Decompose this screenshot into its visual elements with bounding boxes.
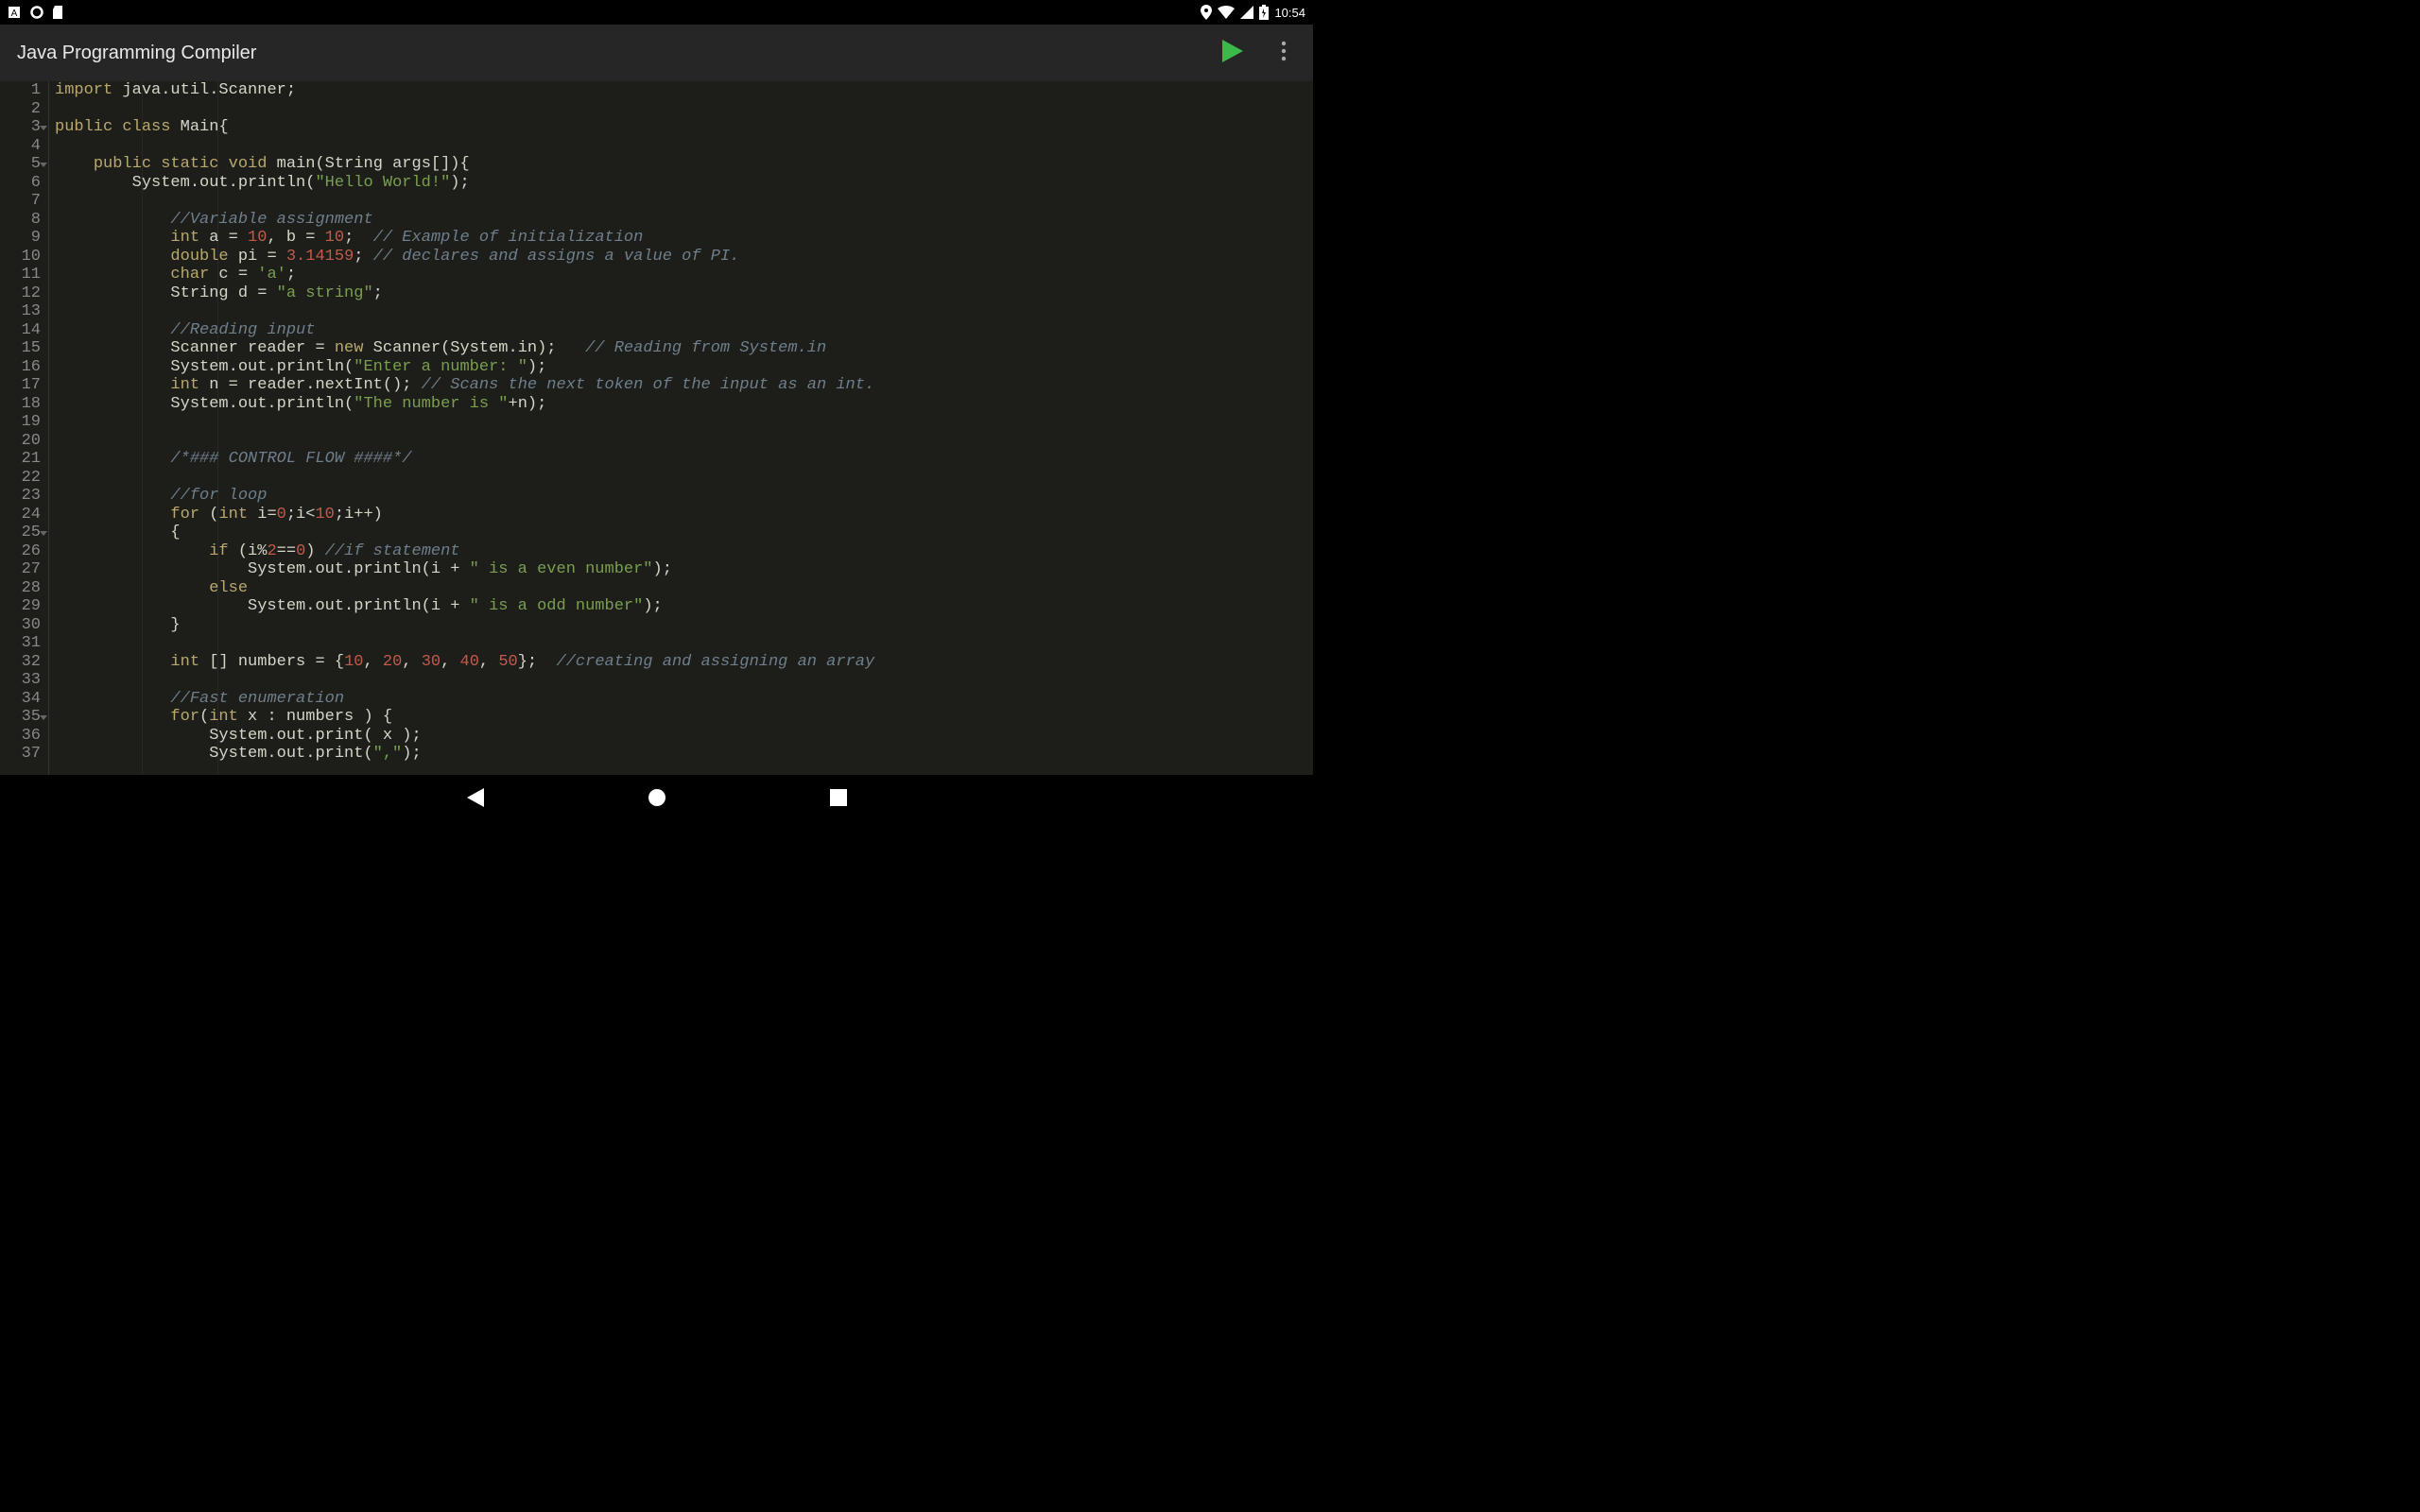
code-line[interactable] bbox=[55, 302, 1313, 321]
code-line[interactable]: //for loop bbox=[55, 487, 1313, 506]
line-number: 2 bbox=[4, 100, 41, 119]
fold-marker-icon[interactable] bbox=[40, 126, 47, 130]
code-line[interactable]: System.out.print( x ); bbox=[55, 727, 1313, 746]
line-number: 19 bbox=[4, 413, 41, 432]
code-line[interactable]: int n = reader.nextInt(); // Scans the n… bbox=[55, 376, 1313, 395]
code-line[interactable]: public static void main(String args[]){ bbox=[55, 155, 1313, 174]
status-bar: A 10:54 bbox=[0, 0, 1313, 25]
line-number: 1 bbox=[4, 81, 41, 100]
code-line[interactable] bbox=[55, 432, 1313, 451]
line-number: 26 bbox=[4, 542, 41, 561]
line-number: 35 bbox=[4, 708, 41, 727]
code-line[interactable]: { bbox=[55, 524, 1313, 542]
app-title: Java Programming Compiler bbox=[17, 43, 256, 64]
line-number: 12 bbox=[4, 284, 41, 303]
code-line[interactable] bbox=[55, 192, 1313, 211]
code-editor[interactable]: 1234567891011121314151617181920212223242… bbox=[0, 81, 1313, 775]
code-line[interactable]: System.out.println(i + " is a odd number… bbox=[55, 597, 1313, 616]
line-number: 30 bbox=[4, 616, 41, 635]
line-number: 36 bbox=[4, 727, 41, 746]
line-number: 37 bbox=[4, 745, 41, 764]
circle-icon bbox=[30, 6, 43, 19]
code-line[interactable]: import java.util.Scanner; bbox=[55, 81, 1313, 100]
home-button[interactable] bbox=[647, 787, 667, 808]
signal-icon bbox=[1240, 6, 1253, 19]
code-line[interactable]: System.out.println("The number is "+n); bbox=[55, 395, 1313, 414]
line-number: 23 bbox=[4, 487, 41, 506]
line-number: 9 bbox=[4, 229, 41, 248]
line-number: 33 bbox=[4, 671, 41, 690]
line-number: 6 bbox=[4, 174, 41, 193]
back-button[interactable] bbox=[465, 787, 486, 808]
line-number: 18 bbox=[4, 395, 41, 414]
location-icon bbox=[1201, 5, 1212, 20]
code-line[interactable]: double pi = 3.14159; // declares and ass… bbox=[55, 248, 1313, 266]
fold-marker-icon[interactable] bbox=[40, 163, 47, 167]
line-number: 20 bbox=[4, 432, 41, 451]
code-line[interactable]: if (i%2==0) //if statement bbox=[55, 542, 1313, 561]
code-line[interactable] bbox=[55, 100, 1313, 119]
app-bar: Java Programming Compiler bbox=[0, 25, 1313, 81]
wifi-icon bbox=[1218, 6, 1235, 19]
code-line[interactable] bbox=[55, 469, 1313, 488]
code-line[interactable]: //Variable assignment bbox=[55, 211, 1313, 230]
sd-card-icon bbox=[53, 6, 64, 19]
code-line[interactable]: for(int x : numbers ) { bbox=[55, 708, 1313, 727]
battery-charging-icon bbox=[1259, 5, 1269, 20]
line-number: 17 bbox=[4, 376, 41, 395]
fold-marker-icon[interactable] bbox=[40, 715, 47, 720]
recent-apps-button[interactable] bbox=[828, 787, 849, 808]
line-number: 24 bbox=[4, 506, 41, 524]
code-area[interactable]: import java.util.Scanner; public class M… bbox=[49, 81, 1313, 775]
code-line[interactable]: System.out.print(","); bbox=[55, 745, 1313, 764]
line-number: 21 bbox=[4, 450, 41, 469]
line-number: 11 bbox=[4, 266, 41, 284]
code-line[interactable] bbox=[55, 671, 1313, 690]
clock-text: 10:54 bbox=[1274, 6, 1305, 20]
code-line[interactable]: int [] numbers = {10, 20, 30, 40, 50}; /… bbox=[55, 653, 1313, 672]
line-number: 34 bbox=[4, 690, 41, 709]
code-line[interactable]: for (int i=0;i<10;i++) bbox=[55, 506, 1313, 524]
code-line[interactable] bbox=[55, 634, 1313, 653]
code-line[interactable]: Scanner reader = new Scanner(System.in);… bbox=[55, 339, 1313, 358]
code-line[interactable]: int a = 10, b = 10; // Example of initia… bbox=[55, 229, 1313, 248]
code-line[interactable] bbox=[55, 413, 1313, 432]
code-line[interactable]: public class Main{ bbox=[55, 118, 1313, 137]
line-number: 29 bbox=[4, 597, 41, 616]
line-number: 15 bbox=[4, 339, 41, 358]
svg-text:A: A bbox=[11, 9, 18, 19]
code-line[interactable]: else bbox=[55, 579, 1313, 598]
line-number: 8 bbox=[4, 211, 41, 230]
line-number: 27 bbox=[4, 560, 41, 579]
line-number: 25 bbox=[4, 524, 41, 542]
line-number: 3 bbox=[4, 118, 41, 137]
line-number: 5 bbox=[4, 155, 41, 174]
code-line[interactable]: //Fast enumeration bbox=[55, 690, 1313, 709]
code-line[interactable] bbox=[55, 137, 1313, 156]
line-number: 7 bbox=[4, 192, 41, 211]
code-line[interactable]: char c = 'a'; bbox=[55, 266, 1313, 284]
code-line[interactable]: System.out.println(i + " is a even numbe… bbox=[55, 560, 1313, 579]
line-number: 22 bbox=[4, 469, 41, 488]
navigation-bar bbox=[0, 775, 1313, 820]
line-number: 14 bbox=[4, 321, 41, 340]
code-line[interactable]: //Reading input bbox=[55, 321, 1313, 340]
line-number: 4 bbox=[4, 137, 41, 156]
code-line[interactable]: } bbox=[55, 616, 1313, 635]
line-number-gutter: 1234567891011121314151617181920212223242… bbox=[0, 81, 49, 775]
code-line[interactable]: /*### CONTROL FLOW ####*/ bbox=[55, 450, 1313, 469]
line-number: 28 bbox=[4, 579, 41, 598]
code-line[interactable]: String d = "a string"; bbox=[55, 284, 1313, 303]
line-number: 31 bbox=[4, 634, 41, 653]
code-line[interactable]: System.out.println("Hello World!"); bbox=[55, 174, 1313, 193]
line-number: 13 bbox=[4, 302, 41, 321]
overflow-menu-icon[interactable] bbox=[1281, 41, 1287, 66]
code-line[interactable]: System.out.println("Enter a number: "); bbox=[55, 358, 1313, 377]
run-button[interactable] bbox=[1222, 40, 1243, 67]
line-number: 10 bbox=[4, 248, 41, 266]
fold-marker-icon[interactable] bbox=[40, 531, 47, 536]
app-square-icon: A bbox=[8, 6, 21, 19]
line-number: 16 bbox=[4, 358, 41, 377]
line-number: 32 bbox=[4, 653, 41, 672]
